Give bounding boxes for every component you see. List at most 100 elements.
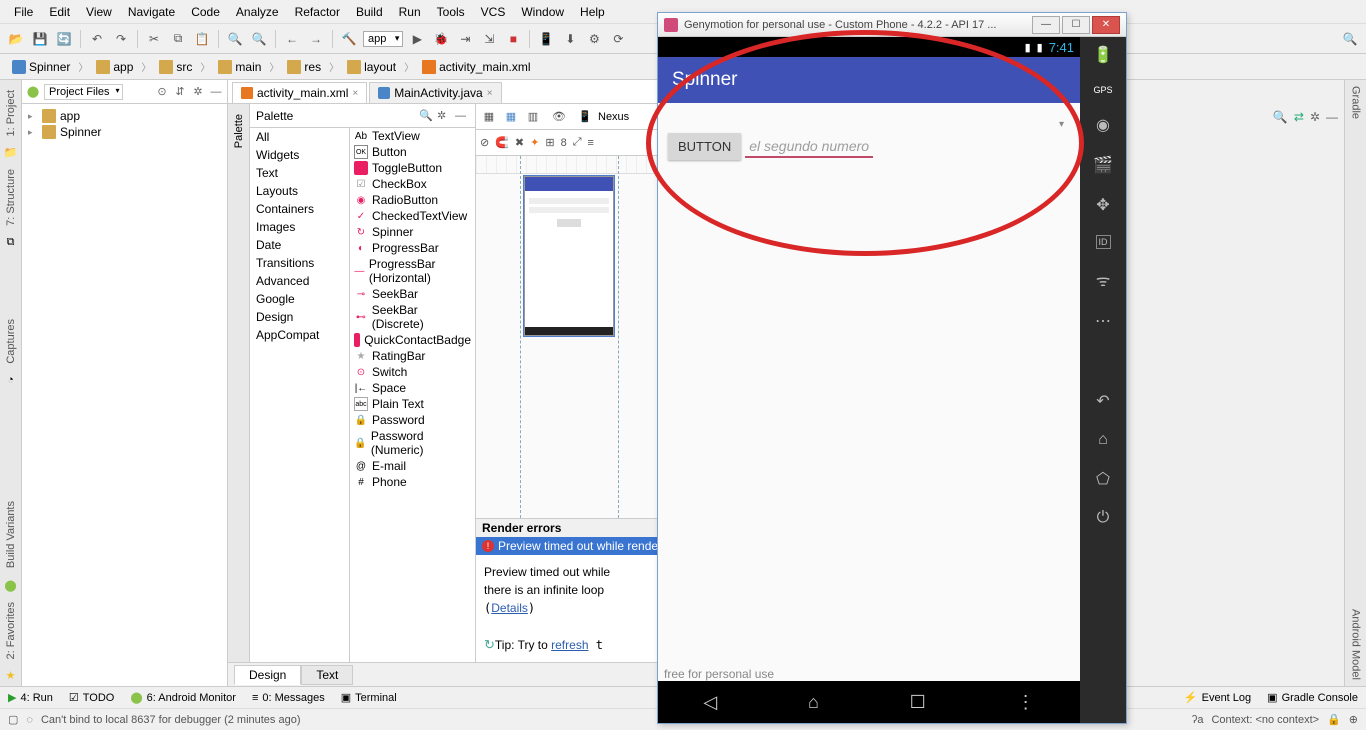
pal-item[interactable]: ⊸SeekBar bbox=[350, 286, 475, 302]
battery-icon[interactable]: 🔋 bbox=[1093, 45, 1113, 65]
pal-item[interactable]: ✓CheckedTextView bbox=[350, 208, 475, 224]
search-icon[interactable]: 🔍 bbox=[419, 109, 433, 122]
hide-icon[interactable]: — bbox=[209, 86, 223, 98]
hide-icon[interactable]: — bbox=[1326, 110, 1338, 124]
menu-refactor[interactable]: Refactor bbox=[287, 3, 348, 21]
tab-mainactivity[interactable]: MainActivity.java × bbox=[369, 82, 501, 103]
pal-item[interactable]: —ProgressBar (Horizontal) bbox=[350, 256, 475, 286]
expand-icon[interactable]: ⤢ bbox=[573, 136, 582, 149]
pal-cat[interactable]: Date bbox=[250, 236, 349, 254]
back-icon[interactable]: ← bbox=[282, 29, 302, 49]
pal-item[interactable]: @E-mail bbox=[350, 458, 475, 474]
app-button[interactable]: BUTTON bbox=[668, 133, 741, 160]
menu-code[interactable]: Code bbox=[183, 3, 228, 21]
pal-item[interactable]: |←Space bbox=[350, 380, 475, 396]
pal-item[interactable]: 🔒Password (Numeric) bbox=[350, 428, 475, 458]
redo-icon[interactable]: ↷ bbox=[111, 29, 131, 49]
structure-icon[interactable]: ⚙ bbox=[584, 29, 604, 49]
debug-icon[interactable]: 🐞 bbox=[431, 29, 451, 49]
margin-icon[interactable]: ⊞ bbox=[545, 136, 554, 149]
crumb-project[interactable]: Spinner bbox=[6, 59, 76, 75]
pal-item[interactable]: OKButton bbox=[350, 144, 475, 160]
menu-view[interactable]: View bbox=[78, 3, 120, 21]
sync-icon[interactable]: 🔄 bbox=[54, 29, 74, 49]
recent-icon[interactable]: ☐ bbox=[910, 692, 926, 713]
crumb-src[interactable]: src bbox=[153, 59, 198, 75]
tab-gradle[interactable]: Gradle bbox=[1348, 80, 1364, 125]
menu-tools[interactable]: Tools bbox=[429, 3, 473, 21]
pal-item[interactable]: #Phone bbox=[350, 474, 475, 490]
tab-android-monitor[interactable]: ⬤6: Android Monitor bbox=[130, 691, 236, 704]
pack-icon[interactable]: ≡ bbox=[588, 137, 594, 149]
move-icon[interactable]: ✥ bbox=[1096, 195, 1109, 215]
nav-home2-icon[interactable]: ⬠ bbox=[1096, 469, 1110, 489]
tab-terminal[interactable]: ▣Terminal bbox=[341, 691, 397, 704]
pal-item[interactable]: AbTextView bbox=[350, 128, 475, 144]
tab-messages[interactable]: ≡0: Messages bbox=[252, 692, 325, 704]
tab-todo[interactable]: ☑TODO bbox=[69, 691, 114, 704]
settings-icon[interactable]: ⊕ bbox=[1349, 713, 1358, 726]
menu-window[interactable]: Window bbox=[513, 3, 572, 21]
pal-item[interactable]: ★RatingBar bbox=[350, 348, 475, 364]
tab-run[interactable]: ▶4: Run bbox=[8, 691, 53, 704]
tab-structure[interactable]: 7: Structure bbox=[3, 163, 19, 232]
pal-item[interactable]: QuickContactBadge bbox=[350, 332, 475, 348]
grid-icon[interactable]: ▦ bbox=[502, 108, 520, 126]
pal-cat[interactable]: Google bbox=[250, 290, 349, 308]
save-icon[interactable]: 💾 bbox=[30, 29, 50, 49]
avd-icon[interactable]: 📱 bbox=[536, 29, 556, 49]
device-icon[interactable]: 📱 bbox=[576, 108, 594, 126]
pal-cat[interactable]: All bbox=[250, 128, 349, 146]
crumb-layout[interactable]: layout bbox=[341, 59, 402, 75]
menu-navigate[interactable]: Navigate bbox=[120, 3, 183, 21]
expand-arrow-icon[interactable]: ▸ bbox=[28, 127, 38, 138]
tree-item-app[interactable]: ▸ app bbox=[28, 108, 221, 124]
sync-icon[interactable]: ⇄ bbox=[1294, 110, 1304, 124]
close-button[interactable]: ✕ bbox=[1092, 16, 1120, 34]
pal-item[interactable]: 🔒Password bbox=[350, 412, 475, 428]
menu-run[interactable]: Run bbox=[391, 3, 429, 21]
details-link[interactable]: Details bbox=[491, 601, 528, 615]
pal-cat[interactable]: Advanced bbox=[250, 272, 349, 290]
search-icon[interactable]: 🔍 bbox=[1340, 29, 1360, 49]
emulator-titlebar[interactable]: Genymotion for personal use - Custom Pho… bbox=[658, 13, 1126, 37]
tab-text[interactable]: Text bbox=[301, 665, 353, 685]
pal-item[interactable]: ↻Spinner bbox=[350, 224, 475, 240]
pal-cat[interactable]: Text bbox=[250, 164, 349, 182]
eye-icon[interactable]: 👁 bbox=[550, 108, 568, 126]
stop-icon[interactable]: ■ bbox=[503, 29, 523, 49]
menu-analyze[interactable]: Analyze bbox=[228, 3, 287, 21]
pal-cat[interactable]: Design bbox=[250, 308, 349, 326]
pal-cat[interactable]: Widgets bbox=[250, 146, 349, 164]
run-config-combo[interactable]: app bbox=[363, 31, 403, 47]
pal-item[interactable]: ◐ProgressBar bbox=[350, 240, 475, 256]
menu-icon[interactable]: ⋮ bbox=[1017, 692, 1035, 713]
back-icon[interactable]: ◁ bbox=[703, 692, 717, 713]
id-icon[interactable]: ID bbox=[1096, 235, 1111, 249]
magnet-icon[interactable]: 🧲 bbox=[495, 136, 509, 149]
rss-icon[interactable]: ᯤ bbox=[1096, 269, 1111, 291]
crumb-res[interactable]: res bbox=[281, 59, 327, 75]
refresh-link[interactable]: refresh bbox=[551, 638, 588, 652]
run-icon[interactable]: ▶ bbox=[407, 29, 427, 49]
emulator-screen[interactable]: ▮ ▮ 7:41 Spinner BUTTON el segundo numer… bbox=[658, 37, 1080, 723]
pal-item[interactable]: abcPlain Text bbox=[350, 396, 475, 412]
blueprint-icon[interactable]: ▥ bbox=[524, 108, 542, 126]
nav-back-icon[interactable]: ↶ bbox=[1096, 391, 1109, 411]
pal-cat[interactable]: Images bbox=[250, 218, 349, 236]
palette-side-tab[interactable]: Palette bbox=[228, 104, 250, 662]
crumb-file[interactable]: activity_main.xml bbox=[416, 59, 536, 75]
forward-icon[interactable]: → bbox=[306, 29, 326, 49]
make-icon[interactable]: 🔨 bbox=[339, 29, 359, 49]
gear-icon[interactable]: ✲ bbox=[437, 109, 451, 122]
expand-arrow-icon[interactable]: ▸ bbox=[28, 111, 38, 122]
profile-icon[interactable]: ⇥ bbox=[455, 29, 475, 49]
home-icon[interactable]: ⌂ bbox=[808, 692, 819, 713]
minimize-button[interactable]: — bbox=[1032, 16, 1060, 34]
gps-icon[interactable]: GPS bbox=[1093, 85, 1112, 95]
pal-item[interactable]: ⊙Switch bbox=[350, 364, 475, 380]
menu-help[interactable]: Help bbox=[572, 3, 613, 21]
power-icon[interactable]: ⏻ bbox=[1097, 509, 1110, 527]
settings-icon[interactable]: ⇵ bbox=[173, 85, 187, 98]
menu-file[interactable]: File bbox=[6, 3, 41, 21]
